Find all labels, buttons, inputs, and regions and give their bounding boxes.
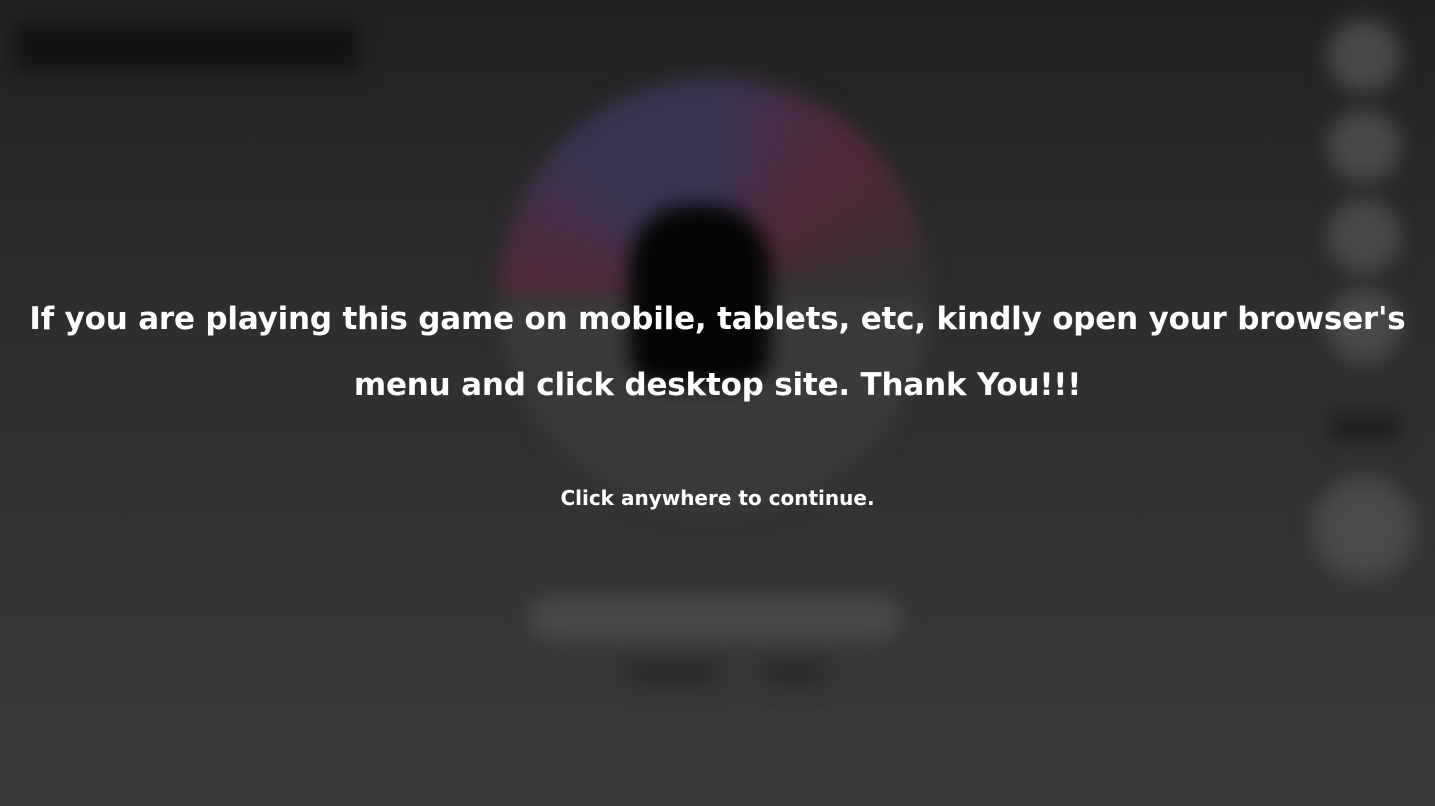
continue-hint: Click anywhere to continue. xyxy=(560,486,875,510)
mobile-notice-overlay[interactable]: If you are playing this game on mobile, … xyxy=(0,0,1435,806)
game-stage: If you are playing this game on mobile, … xyxy=(0,0,1435,806)
mobile-notice-message: If you are playing this game on mobile, … xyxy=(29,301,1406,403)
